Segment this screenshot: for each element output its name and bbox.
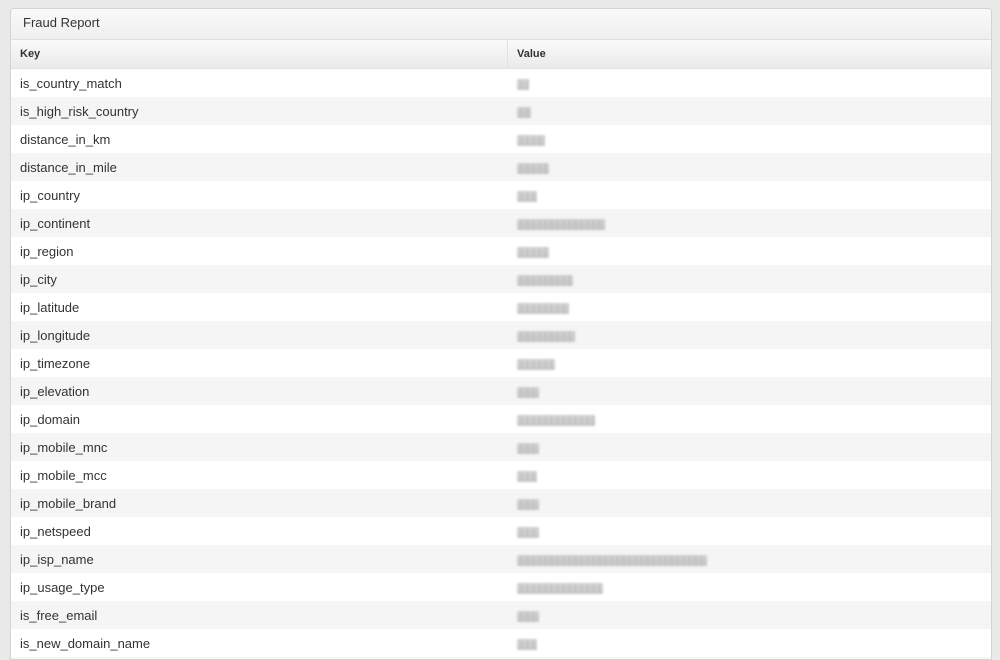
table-row: distance_in_km	[11, 125, 991, 153]
redacted-value	[516, 246, 549, 258]
redacted-value	[516, 162, 549, 174]
key-cell: ip_country	[11, 181, 508, 209]
value-cell	[507, 573, 991, 601]
table-row: distance_in_mile	[11, 153, 991, 181]
key-cell: ip_longitude	[11, 321, 508, 349]
redacted-value	[516, 554, 707, 566]
value-cell	[507, 629, 991, 657]
value-cell	[507, 68, 991, 97]
redacted-value	[516, 582, 603, 594]
table-row: ip_city	[11, 265, 991, 293]
value-cell	[507, 433, 991, 461]
redacted-value	[516, 106, 531, 118]
value-cell	[507, 293, 991, 321]
table-row: is_country_match	[11, 68, 991, 97]
table-row: is_high_risk_country	[11, 97, 991, 125]
key-cell: ip_isp_name	[11, 545, 508, 573]
value-cell	[507, 377, 991, 405]
redacted-value	[516, 78, 529, 90]
table-row: ip_mobile_mnc	[11, 433, 991, 461]
key-cell: ip_continent	[11, 209, 508, 237]
key-cell: distance_in_mile	[11, 153, 508, 181]
value-cell	[507, 153, 991, 181]
table-row: ip_continent	[11, 209, 991, 237]
value-cell	[507, 601, 991, 629]
redacted-value	[516, 386, 539, 398]
key-cell: ip_mobile_mnc	[11, 433, 508, 461]
value-cell	[507, 209, 991, 237]
table-row: ip_isp_name	[11, 545, 991, 573]
redacted-value	[516, 610, 539, 622]
redacted-value	[516, 470, 537, 482]
value-cell	[507, 545, 991, 573]
table-row: ip_region	[11, 237, 991, 265]
redacted-value	[516, 274, 573, 286]
table-row: ip_country	[11, 181, 991, 209]
table-row: ip_longitude	[11, 321, 991, 349]
key-cell: ip_netspeed	[11, 517, 508, 545]
key-cell: ip_city	[11, 265, 508, 293]
panel-title: Fraud Report	[11, 9, 991, 40]
value-cell	[507, 237, 991, 265]
table-row: ip_latitude	[11, 293, 991, 321]
table-row: ip_domain	[11, 405, 991, 433]
key-cell: distance_in_km	[11, 125, 508, 153]
key-cell: ip_elevation	[11, 377, 508, 405]
table-row: is_free_email	[11, 601, 991, 629]
key-cell: is_high_risk_country	[11, 97, 508, 125]
table-row: ip_usage_type	[11, 573, 991, 601]
redacted-value	[516, 330, 575, 342]
table-row: ip_netspeed	[11, 517, 991, 545]
table-row: ip_timezone	[11, 349, 991, 377]
redacted-value	[516, 498, 539, 510]
value-cell	[507, 349, 991, 377]
value-cell	[507, 125, 991, 153]
value-cell	[507, 321, 991, 349]
redacted-value	[516, 414, 595, 426]
table-row: ip_mobile_brand	[11, 489, 991, 517]
table-row: ip_mobile_mcc	[11, 461, 991, 489]
value-cell	[507, 461, 991, 489]
key-cell: is_country_match	[11, 68, 508, 97]
value-cell	[507, 265, 991, 293]
key-cell: ip_mobile_brand	[11, 489, 508, 517]
table-row: ip_elevation	[11, 377, 991, 405]
value-cell	[507, 181, 991, 209]
value-cell	[507, 405, 991, 433]
value-cell	[507, 517, 991, 545]
key-cell: is_new_domain_name	[11, 629, 508, 657]
key-cell: ip_region	[11, 237, 508, 265]
key-cell: ip_domain	[11, 405, 508, 433]
table-row: is_new_domain_name	[11, 629, 991, 657]
redacted-value	[516, 134, 545, 146]
redacted-value	[516, 442, 539, 454]
redacted-value	[516, 526, 539, 538]
redacted-value	[516, 358, 555, 370]
redacted-value	[516, 190, 537, 202]
key-cell: ip_timezone	[11, 349, 508, 377]
table-body: is_country_match is_high_risk_country dist…	[11, 68, 991, 657]
redacted-value	[516, 638, 537, 650]
fraud-report-panel: Fraud Report Key Value is_country_match i…	[10, 8, 992, 660]
value-cell	[507, 97, 991, 125]
key-cell: ip_mobile_mcc	[11, 461, 508, 489]
column-header-value[interactable]: Value	[507, 40, 991, 69]
key-cell: ip_usage_type	[11, 573, 508, 601]
value-cell	[507, 489, 991, 517]
column-header-key[interactable]: Key	[11, 40, 508, 69]
fraud-report-table: Key Value is_country_match is_high_risk_c…	[11, 40, 991, 657]
redacted-value	[516, 218, 605, 230]
table-header-row: Key Value	[11, 40, 991, 69]
redacted-value	[516, 302, 569, 314]
key-cell: ip_latitude	[11, 293, 508, 321]
key-cell: is_free_email	[11, 601, 508, 629]
